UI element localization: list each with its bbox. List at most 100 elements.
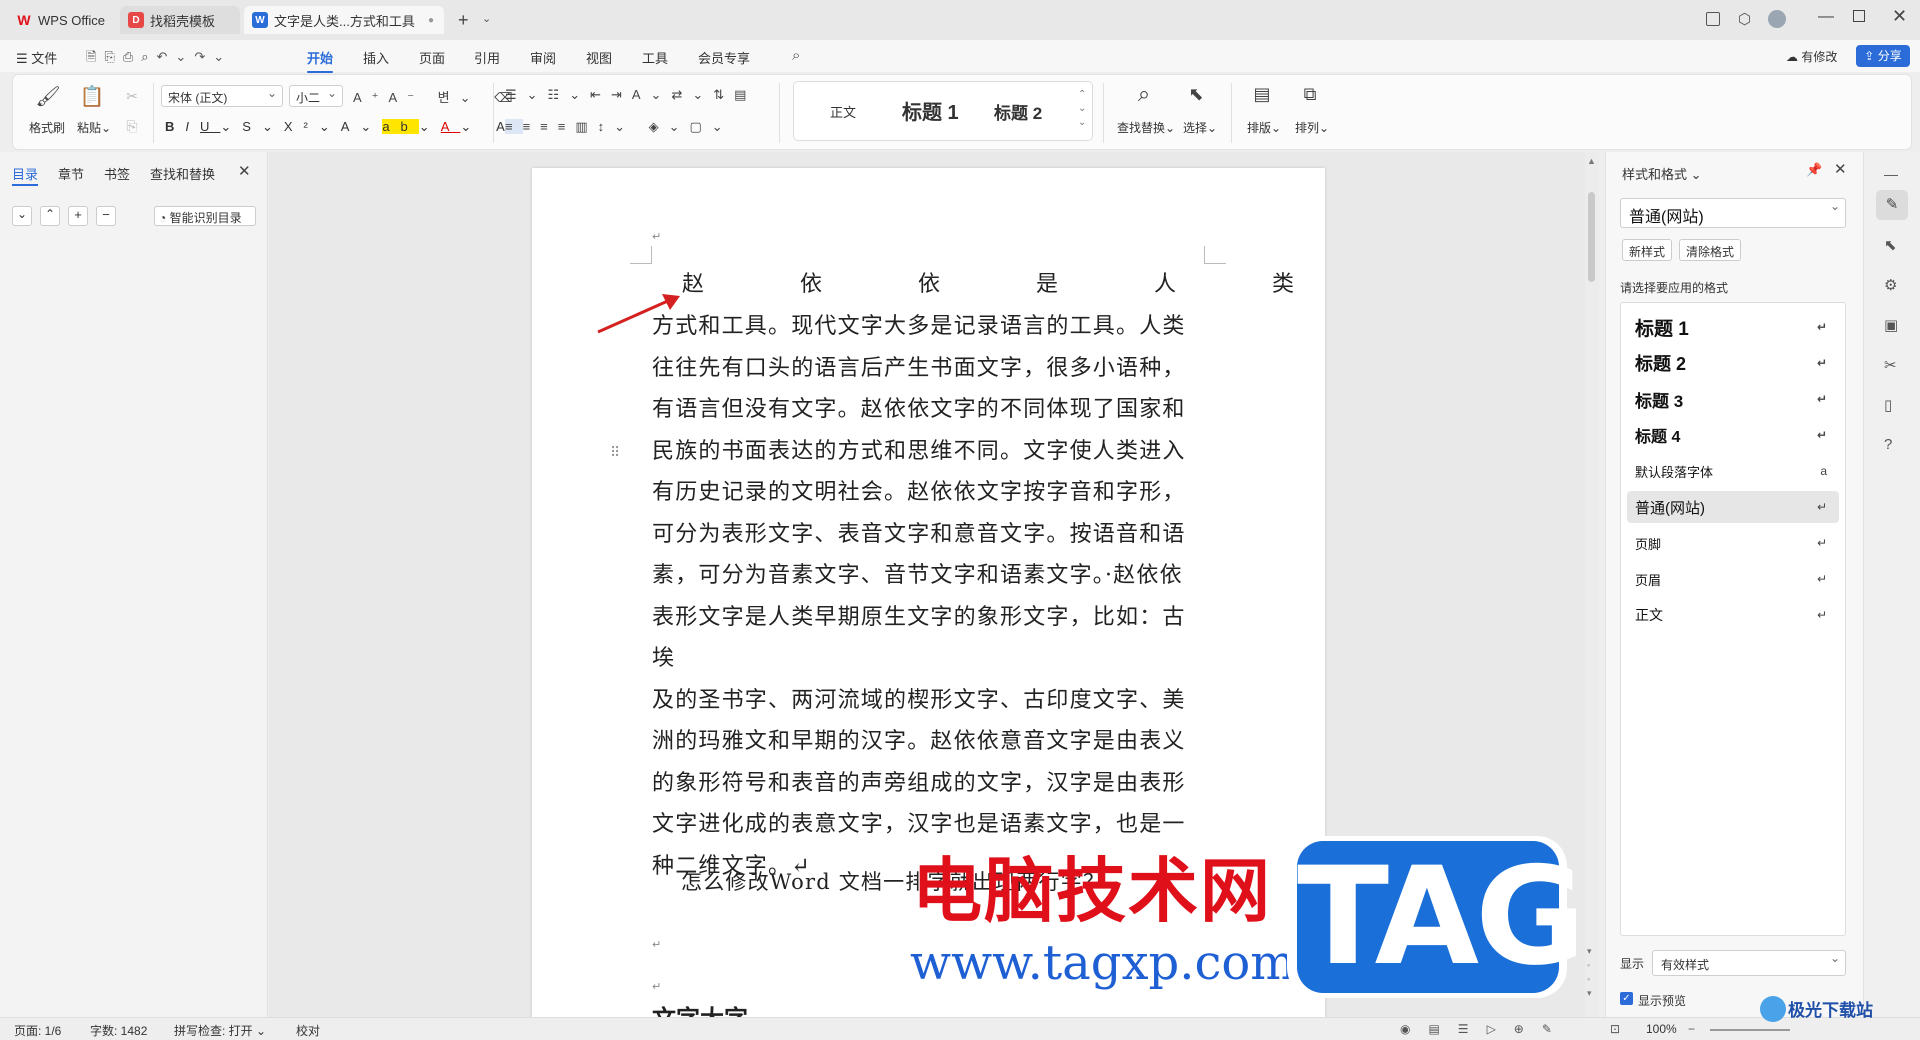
tab-reference[interactable]: 引用: [474, 48, 500, 67]
doc-heading-partial: 文字大字: [652, 1004, 772, 1017]
find-replace-button[interactable]: 查找替换⌄: [1117, 119, 1175, 136]
paragraph-tools-row2[interactable]: ≡≡≡≡▥↕⌄ ◈⌄▢⌄: [505, 119, 733, 135]
style-item-heading-2[interactable]: 标题 2 ↵: [1627, 347, 1839, 379]
tab-home[interactable]: 开始: [307, 48, 334, 73]
cube-icon[interactable]: ⬡: [1738, 10, 1751, 28]
share-button[interactable]: ⇪ 分享: [1856, 45, 1910, 67]
doc-scrollbar[interactable]: ▲ ▾ ◦ ◦ ▾: [1585, 152, 1599, 1017]
close-icon[interactable]: ✕: [238, 162, 251, 180]
tools-icon[interactable]: ✂: [1884, 356, 1897, 374]
close-icon[interactable]: ✕: [1834, 160, 1847, 178]
restore-icon[interactable]: [1853, 10, 1865, 22]
tab-review[interactable]: 审阅: [530, 48, 556, 67]
expand-icon[interactable]: ⌃: [40, 206, 60, 226]
cut-icon[interactable]: ✂: [121, 85, 143, 107]
tab-insert[interactable]: 插入: [363, 48, 389, 67]
style-item-default-font[interactable]: 默认段落字体 a: [1627, 455, 1839, 487]
zoom-out-icon[interactable]: −: [1688, 1022, 1695, 1036]
font-name-select[interactable]: 宋体 (正文): [161, 85, 283, 107]
remove-level-icon[interactable]: −: [96, 206, 116, 226]
quick-access-icons[interactable]: 🗎⎘⎙⌕↶⌄↷⌄: [86, 48, 232, 70]
format-painter-button[interactable]: 格式刷: [29, 119, 65, 136]
collapse-panel-icon[interactable]: —: [1884, 166, 1898, 182]
view-mode-icons[interactable]: ◉▤☰▷⊕✎: [1400, 1022, 1570, 1036]
style-item-body[interactable]: 正文 ↵: [1627, 599, 1839, 631]
spell-check[interactable]: 拼写检查: 打开 ⌄: [174, 1022, 266, 1039]
style-heading-2[interactable]: 标题 2: [994, 99, 1042, 124]
font-tools-row2[interactable]: BIU⌄S⌄X²⌄A⌄ab⌄A⌄ A: [165, 119, 516, 135]
style-heading-1[interactable]: 标题 1: [902, 96, 959, 125]
current-style-select[interactable]: 普通(网站): [1620, 198, 1846, 228]
preview-checkbox[interactable]: ✓: [1620, 992, 1633, 1005]
nav-tab-find-replace[interactable]: 查找和替换: [150, 164, 215, 183]
minimize-icon[interactable]: —: [1818, 8, 1834, 26]
font-tools-row1[interactable]: A⁺A⁻ 변⌄ ⌫: [353, 87, 523, 106]
format-painter-icon[interactable]: 🖌: [35, 85, 60, 108]
style-gallery[interactable]: 正文 标题 1 标题 2 ⌃ ⌄ ⌄: [793, 81, 1093, 141]
search-icon[interactable]: ⌕: [792, 47, 800, 64]
paste-button[interactable]: 粘贴⌄: [77, 119, 111, 136]
pin-icon[interactable]: 📌: [1806, 162, 1822, 178]
font-size-select[interactable]: 小二: [289, 85, 343, 107]
style-item-heading-4[interactable]: 标题 4 ↵: [1627, 419, 1839, 451]
nav-tab-bookmarks[interactable]: 书签: [104, 164, 130, 183]
add-level-icon[interactable]: +: [68, 206, 88, 226]
select-cursor-icon[interactable]: ⬉: [1185, 83, 1207, 105]
style-normal[interactable]: 正文: [830, 102, 856, 121]
close-icon[interactable]: ✕: [1892, 6, 1907, 27]
scroll-up-icon[interactable]: ▲: [1587, 156, 1596, 166]
image-edit-icon[interactable]: ▣: [1884, 316, 1898, 334]
layout-text-icon[interactable]: ▤: [1251, 83, 1273, 105]
page-nav-icons[interactable]: ▾ ◦ ◦ ▾: [1587, 944, 1592, 1000]
style-item-heading-3[interactable]: 标题 3 ↵: [1627, 383, 1839, 415]
book-icon[interactable]: ▯: [1884, 396, 1892, 414]
paragraph-tools-row1[interactable]: ☰⌄☷⌄⇤⇥A⌄⇄⌄⇅▤: [505, 87, 756, 103]
arrange-objects-icon[interactable]: ⧉: [1299, 83, 1321, 105]
modified-button[interactable]: ☁ 有修改: [1786, 48, 1837, 65]
nav-tab-toc[interactable]: 目录: [12, 164, 38, 183]
clear-format-button[interactable]: 清除格式: [1679, 239, 1742, 261]
style-item-footer[interactable]: 页脚 ↵: [1627, 527, 1839, 559]
tab-view[interactable]: 视图: [586, 48, 612, 67]
style-item-header[interactable]: 页眉 ↵: [1627, 563, 1839, 595]
proofread-button[interactable]: 校对: [296, 1022, 320, 1039]
word-count[interactable]: 字数: 1482: [90, 1022, 147, 1039]
gallery-scroll-icon[interactable]: ⌃ ⌄ ⌄: [1078, 88, 1086, 130]
show-select[interactable]: 有效样式: [1652, 950, 1846, 976]
zoom-level[interactable]: 100%: [1646, 1022, 1677, 1036]
page-indicator[interactable]: 页面: 1/6: [14, 1022, 61, 1039]
layout-icon[interactable]: [1706, 12, 1720, 26]
styles-panel-title[interactable]: 样式和格式 ⌄: [1622, 164, 1702, 183]
scrollbar-thumb[interactable]: [1588, 192, 1595, 282]
help-icon[interactable]: ?: [1884, 436, 1892, 453]
cursor-icon[interactable]: ⬉: [1884, 236, 1897, 254]
style-pen-icon[interactable]: ✎: [1876, 190, 1908, 220]
plus-icon[interactable]: +: [458, 10, 469, 31]
tab-member[interactable]: 会员专享: [698, 48, 750, 67]
tab-templates[interactable]: D 找稻壳模板: [120, 6, 240, 34]
unsaved-dot-icon[interactable]: ●: [428, 15, 434, 26]
select-button[interactable]: 选择⌄: [1183, 119, 1217, 136]
find-icon[interactable]: ⌕: [1133, 81, 1155, 106]
arrange-button[interactable]: 排版⌄: [1247, 119, 1281, 136]
tab-tools[interactable]: 工具: [642, 48, 668, 67]
copy-icon[interactable]: ⎘: [121, 115, 143, 137]
file-menu[interactable]: ☰ 文件: [16, 48, 57, 67]
smart-toc-button[interactable]: ◔ 智能识别目录: [154, 206, 256, 226]
fit-icon[interactable]: ⊡: [1610, 1022, 1620, 1036]
nav-tab-chapters[interactable]: 章节: [58, 164, 84, 183]
sort-button[interactable]: 排列⌄: [1295, 119, 1329, 136]
collapse-icon[interactable]: ⌄: [12, 206, 32, 226]
paste-icon[interactable]: 📋: [80, 85, 105, 108]
tab-wps-office[interactable]: W WPS Office: [8, 6, 116, 34]
chevron-down-icon[interactable]: ⌄: [482, 12, 491, 25]
zoom-slider[interactable]: [1710, 1029, 1790, 1031]
new-style-button[interactable]: 新样式: [1622, 239, 1673, 261]
tab-document[interactable]: W 文字是人类...方式和工具 ●: [244, 6, 444, 34]
drag-handle-icon[interactable]: ⠿: [610, 444, 620, 461]
tab-page[interactable]: 页面: [419, 48, 445, 67]
adjust-icon[interactable]: ⚙: [1884, 276, 1897, 294]
avatar[interactable]: [1768, 10, 1786, 28]
style-item-heading-1[interactable]: 标题 1 ↵: [1627, 311, 1839, 343]
style-item-normal-web[interactable]: 普通(网站) ↵: [1627, 491, 1839, 523]
